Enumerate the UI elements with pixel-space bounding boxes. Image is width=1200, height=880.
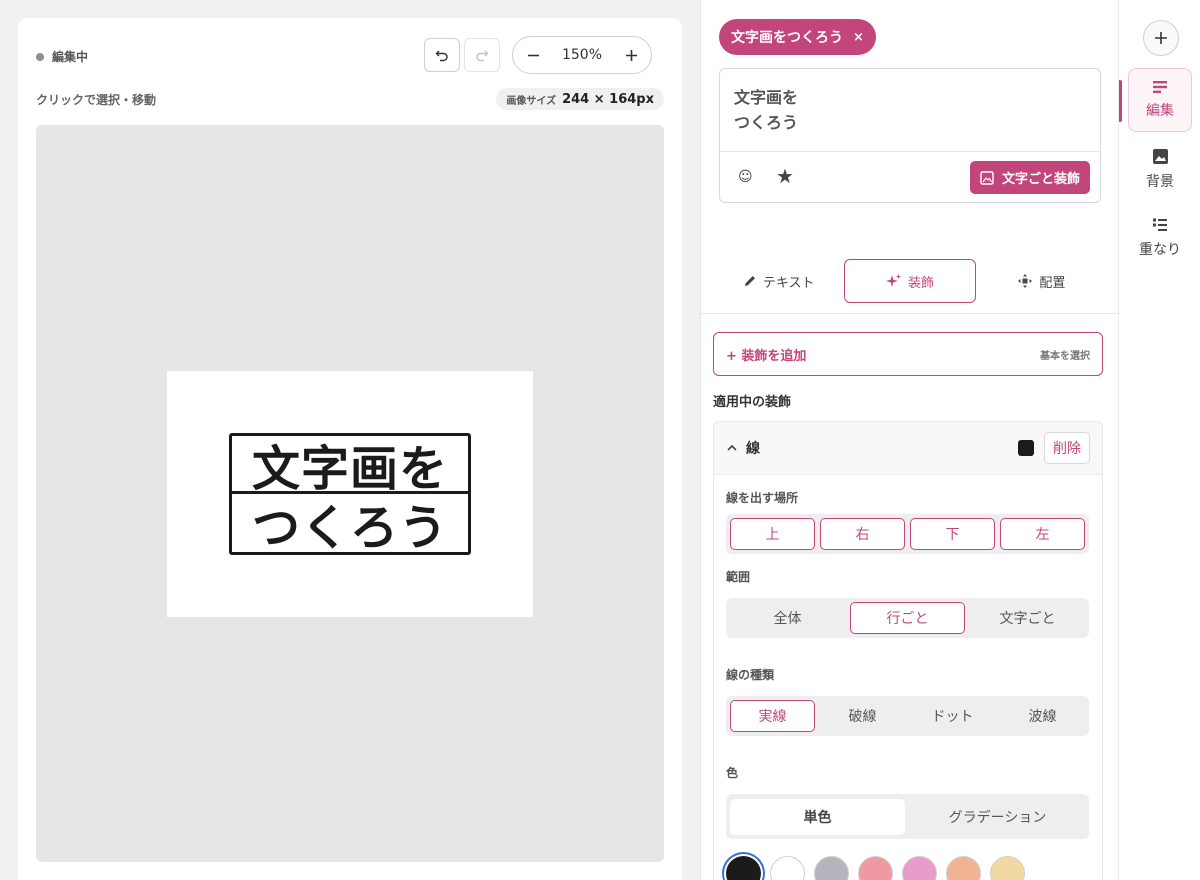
artboard[interactable]: 文字画を つくろう [167,371,533,617]
selected-element-label: 文字画をつくろう [731,30,843,46]
add-element-button[interactable] [1143,20,1179,56]
edit-icon [1153,81,1167,93]
artwork-line-2: つくろう [251,500,448,555]
swatch-black[interactable] [726,856,761,880]
zoom-value: 150% [561,47,603,63]
image-size-label: 画像サイズ [506,95,557,107]
line-type-title: 線の種類 [726,668,775,682]
chevron-up-icon[interactable] [726,442,738,454]
editor-divider [720,151,1100,152]
text-editor[interactable]: 文字画を つくろう ☺ ★ 文字ごと装飾 [719,68,1101,203]
swatch-gray[interactable] [814,856,849,880]
tab-decoration-label: 装飾 [907,275,934,291]
add-decoration-label: + 装飾を追加 [726,348,807,364]
tab-layout[interactable]: 配置 [976,259,1107,303]
star-icon[interactable]: ★ [776,164,794,188]
applied-decorations-title: 適用中の装飾 [713,395,792,410]
edit-status: 編集中 [36,48,88,65]
color-mode-group: 単色 グラデーション [726,794,1089,839]
char-decorate-button[interactable]: 文字ごと装飾 [969,161,1090,194]
status-dot [36,52,44,61]
redo-icon [476,50,489,62]
sidebar-item-background[interactable]: 背景 [1128,137,1192,201]
range-all-button[interactable]: 全体 [730,602,845,634]
line-type-dotted-button[interactable]: ドット [910,700,995,732]
status-label: 編集中 [52,50,89,64]
sidebar-active-indicator [1119,80,1122,122]
sidebar-item-edit[interactable]: 編集 [1128,68,1192,132]
range-group: 全体 行ごと 文字ごと [726,598,1089,638]
position-left-button[interactable]: 左 [1000,518,1085,550]
pencil-icon [744,276,755,286]
zoom-control: 150% [512,36,652,74]
swatch-pink[interactable] [858,856,893,880]
image-frame-icon [980,170,994,185]
tab-layout-label: 配置 [1039,275,1066,291]
tabs-divider [701,313,1118,314]
range-title: 範囲 [726,570,751,584]
image-size-value: 244 × 164px [562,91,654,107]
range-line-button[interactable]: 行ごと [850,602,965,634]
selected-element-chip[interactable]: 文字画をつくろう × [719,19,876,55]
undo-button[interactable] [424,38,460,72]
swatch-magenta[interactable] [902,856,937,880]
line-position-title: 線を出す場所 [726,491,799,505]
sidebar-item-background-label: 背景 [1146,173,1174,190]
minus-icon [527,54,539,56]
image-icon [1152,148,1168,164]
color-mode-gradient-button[interactable]: グラデーション [910,799,1085,835]
canvas-hint: クリックで選択・移動 [36,93,157,107]
move-icon [1018,274,1033,288]
decoration-name: 線 [746,441,760,457]
swatch-yellow[interactable] [990,856,1025,880]
canvas-stage[interactable]: 文字画を つくろう [36,125,664,862]
swatch-white[interactable] [770,856,805,880]
undo-icon [435,50,448,62]
sidebar-item-layers-label: 重なり [1139,242,1181,258]
redo-button[interactable] [464,38,500,72]
decoration-card: 線 削除 線を出す場所 上 右 下 左 範囲 全体 行ごと 文字ごと 線の種類 … [713,421,1103,880]
tool-sidebar: 編集 背景 重なり [1118,0,1200,880]
char-decorate-label: 文字ごと装飾 [1001,172,1080,187]
zoom-out-button[interactable] [525,47,541,63]
canvas-panel: 編集中 150% クリックで選択・移動 画像サイズ 244 × 164px 文字… [18,18,682,880]
color-mode-solid-button[interactable]: 単色 [730,798,905,835]
position-right-button[interactable]: 右 [820,518,905,550]
sparkle-icon [885,274,901,287]
text-editor-content[interactable]: 文字画を つくろう [734,85,798,135]
properties-panel: 文字画をつくろう × 文字画を つくろう ☺ ★ 文字ごと装飾 テキスト 装飾 … [700,0,1118,880]
line-type-dashed-button[interactable]: 破線 [820,700,905,732]
decoration-color-swatch[interactable] [1018,440,1034,456]
tab-text[interactable]: テキスト [713,259,844,303]
tab-text-label: テキスト [762,275,815,291]
color-title: 色 [726,766,739,780]
editor-tabs: テキスト 装飾 配置 [713,259,1107,303]
add-decoration-button[interactable]: + 装飾を追加 基本を選択 [713,332,1103,376]
close-icon[interactable]: × [853,30,864,45]
position-top-button[interactable]: 上 [730,518,815,550]
line-type-group: 実線 破線 ドット 波線 [726,696,1089,736]
position-bottom-button[interactable]: 下 [910,518,995,550]
select-basic-link[interactable]: 基本を選択 [1040,347,1090,362]
line-type-wavy-button[interactable]: 波線 [1000,700,1085,732]
artwork-line-1: 文字画を [232,436,468,497]
line-type-solid-button[interactable]: 実線 [730,700,815,732]
sidebar-item-edit-label: 編集 [1146,103,1174,119]
plus-icon [625,49,637,61]
decoration-header[interactable]: 線 削除 [714,422,1102,475]
sidebar-item-layers[interactable]: 重なり [1128,206,1192,270]
text-artwork[interactable]: 文字画を つくろう [229,433,471,555]
range-char-button[interactable]: 文字ごと [970,602,1085,634]
emoji-icon[interactable]: ☺ [738,169,753,185]
image-size-chip: 画像サイズ 244 × 164px [496,88,664,110]
color-swatches [726,856,1025,880]
line-position-group: 上 右 下 左 [726,514,1089,554]
zoom-in-button[interactable] [623,47,639,63]
layers-icon [1153,218,1167,231]
tab-decoration[interactable]: 装飾 [844,259,976,303]
delete-button[interactable]: 削除 [1044,432,1090,464]
swatch-orange[interactable] [946,856,981,880]
plus-icon [1155,32,1167,44]
